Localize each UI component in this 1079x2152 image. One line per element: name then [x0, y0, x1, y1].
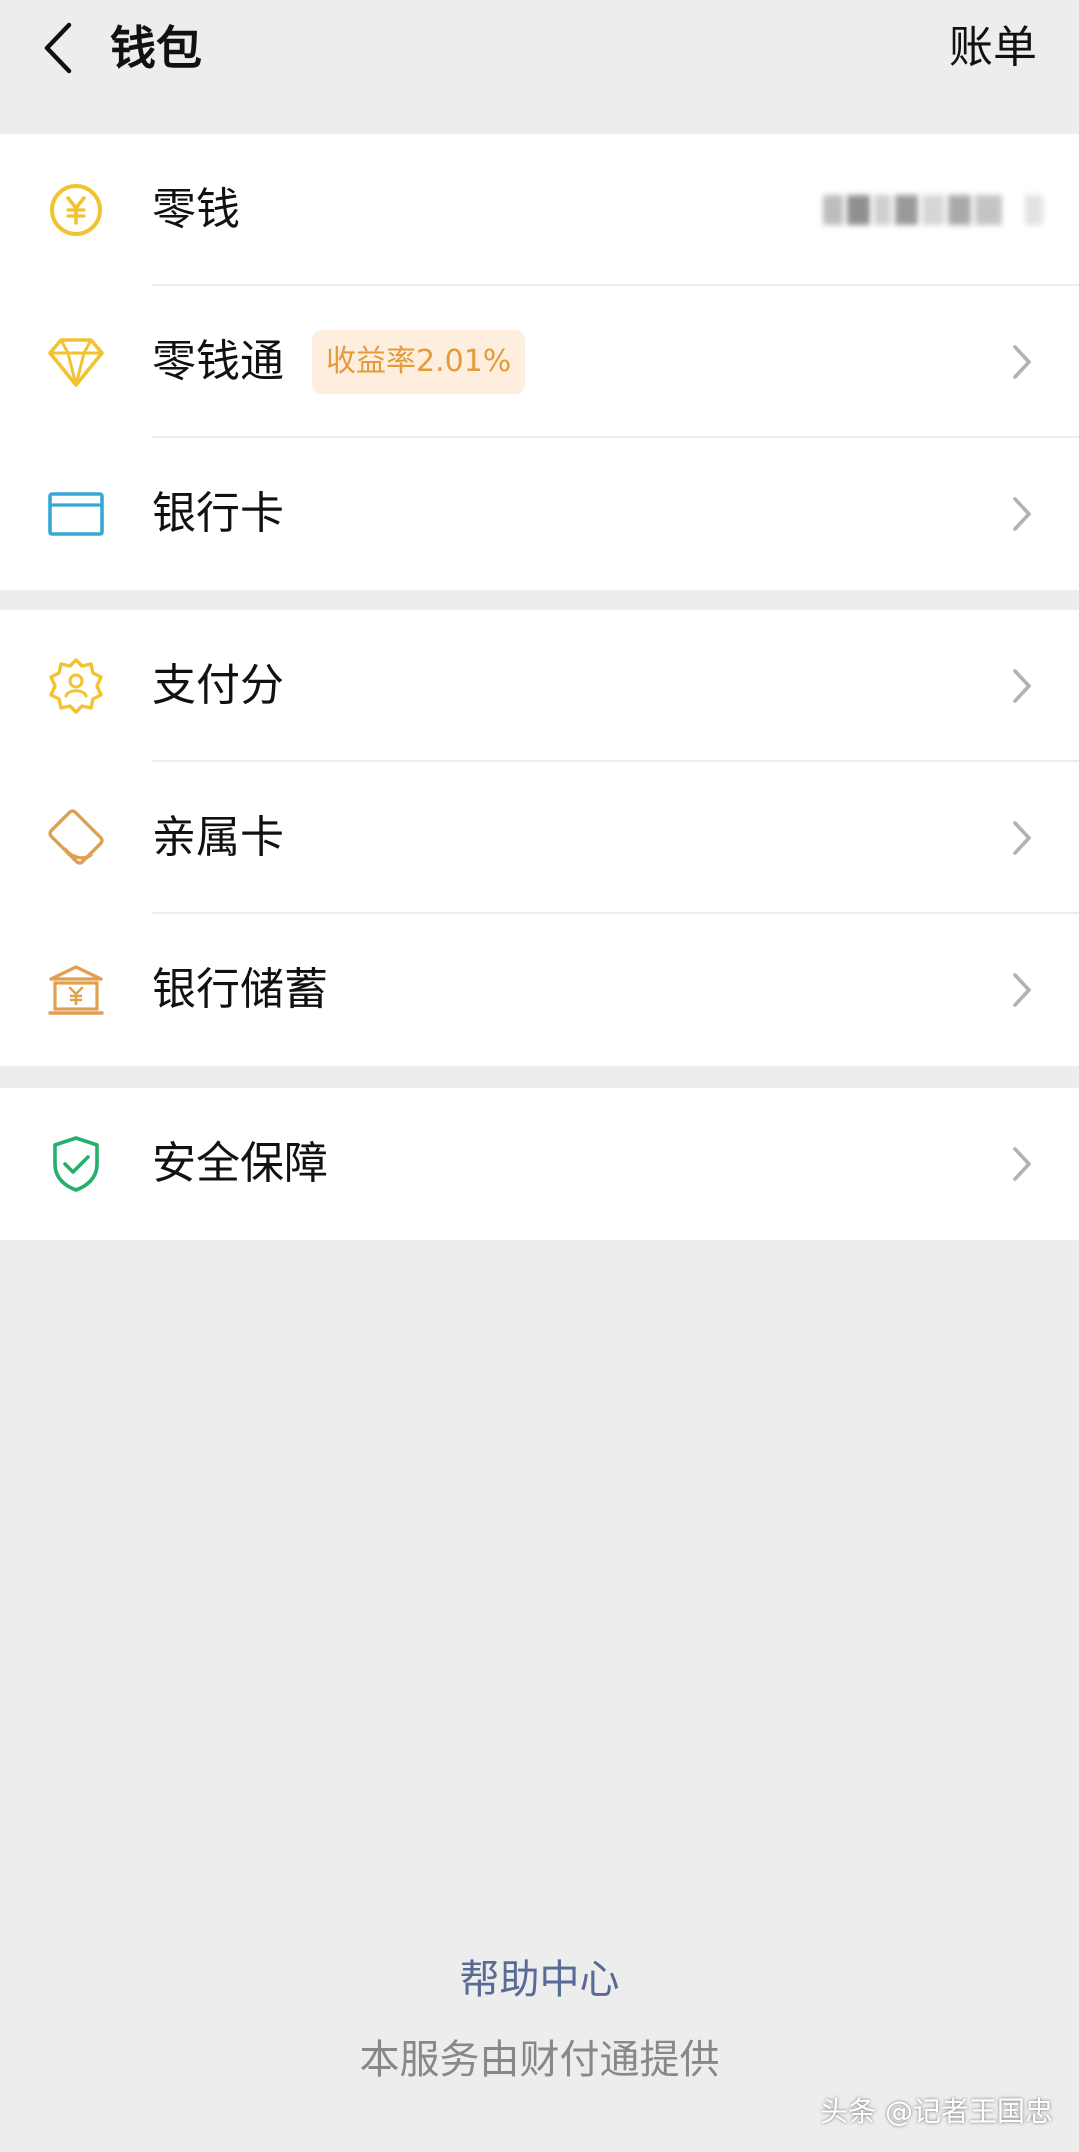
row-label-bank-savings: 银行储蓄: [152, 964, 328, 1015]
diamond-icon: [46, 332, 106, 392]
provider-note: 本服务由财付通提供: [359, 2037, 720, 2083]
row-change-pass[interactable]: 零钱通 收益率2.01%: [0, 286, 1079, 438]
yen-coin-icon: [46, 180, 106, 240]
chevron-right-icon: [1007, 342, 1037, 382]
bank-savings-icon: [46, 960, 106, 1020]
bill-button[interactable]: 账单: [949, 18, 1037, 78]
chevron-right-icon: [1007, 494, 1037, 534]
balance-value-obscured: [823, 183, 1043, 237]
wallet-group-balance: 零钱 零钱通 收益率2.01% 银行卡: [0, 134, 1079, 590]
row-label-family-card: 亲属卡: [152, 812, 284, 863]
row-change[interactable]: 零钱: [0, 134, 1079, 286]
row-label-bank-card: 银行卡: [152, 488, 284, 539]
family-card-icon: [46, 808, 106, 868]
row-family-card[interactable]: 亲属卡: [0, 762, 1079, 914]
row-label-change-pass: 零钱通: [152, 336, 284, 387]
row-pay-score[interactable]: 支付分: [0, 610, 1079, 762]
row-label-security: 安全保障: [152, 1138, 328, 1189]
chevron-right-icon: [1007, 666, 1037, 706]
wallet-group-services: 支付分 亲属卡 银行储蓄: [0, 610, 1079, 1066]
help-center-link[interactable]: 帮助中心: [0, 1952, 1079, 2008]
chevron-right-icon: [1007, 970, 1037, 1010]
chevron-right-icon: [1007, 1144, 1037, 1184]
watermark-text: 头条 @记者王国忠: [820, 2095, 1053, 2128]
row-security[interactable]: 安全保障: [0, 1088, 1079, 1240]
bank-card-icon: [46, 484, 106, 544]
row-label-change: 零钱: [152, 184, 240, 235]
row-label-pay-score: 支付分: [152, 660, 284, 711]
back-button[interactable]: [30, 18, 86, 78]
yield-rate-badge: 收益率2.01%: [312, 330, 526, 394]
top-bar: 钱包 账单: [0, 0, 1079, 132]
pay-score-badge-icon: [46, 656, 106, 716]
chevron-right-icon: [1007, 818, 1037, 858]
wallet-group-security: 安全保障: [0, 1088, 1079, 1240]
chevron-left-icon: [44, 22, 72, 74]
row-bank-card[interactable]: 银行卡: [0, 438, 1079, 590]
page-title: 钱包: [110, 21, 202, 75]
security-shield-icon: [46, 1134, 106, 1194]
row-bank-savings[interactable]: 银行储蓄: [0, 914, 1079, 1066]
